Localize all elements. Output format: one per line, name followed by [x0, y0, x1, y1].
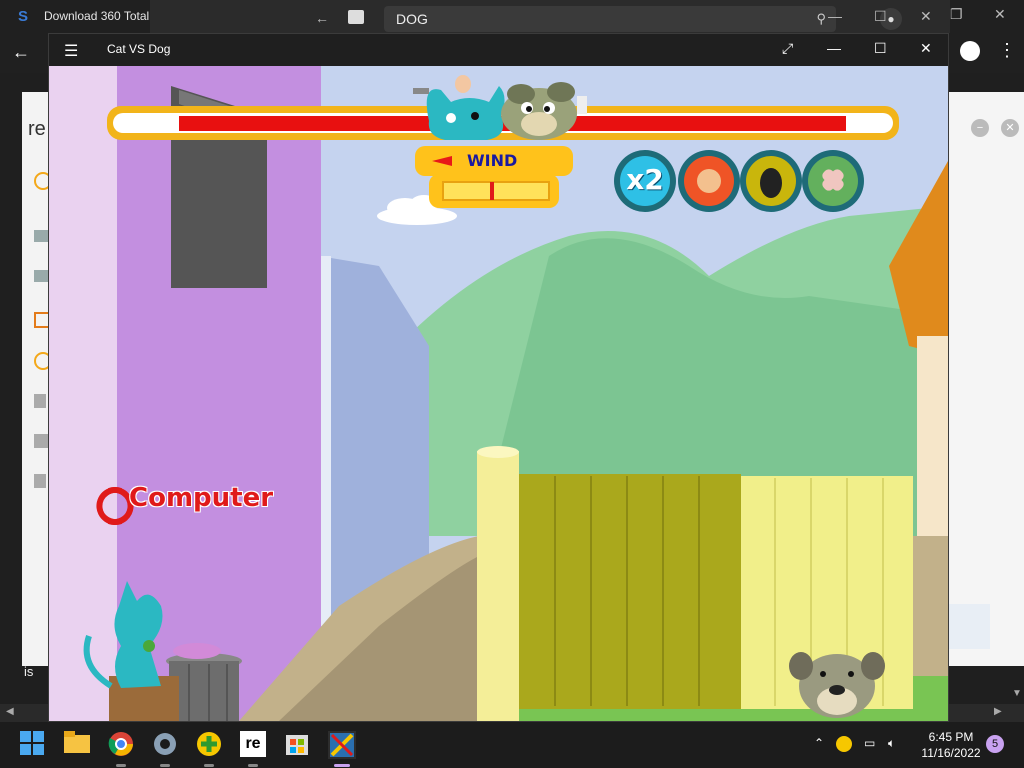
- powerup-heal[interactable]: [802, 150, 864, 212]
- app-logo-icon: S: [18, 8, 29, 25]
- notification-badge[interactable]: 5: [986, 735, 1004, 753]
- address-text: DOG: [396, 11, 428, 27]
- wind-label: WIND: [467, 151, 518, 170]
- hamburger-menu-icon[interactable]: ☰: [64, 41, 78, 61]
- double-damage-label: x2: [626, 163, 664, 196]
- close-icon[interactable]: ✕: [920, 40, 932, 57]
- chrome-icon[interactable]: [108, 731, 136, 759]
- settings-icon[interactable]: [152, 731, 180, 759]
- volume-icon[interactable]: 🔈︎: [888, 736, 895, 751]
- taskbar: re ⌃ ▭ 🔈︎ 6:45 PM 11/16/2022 5: [0, 722, 1024, 768]
- powerup-power-punch[interactable]: [678, 150, 740, 212]
- page-text-fragment: re: [28, 118, 46, 140]
- game-titlebar: ☰ Cat VS Dog ⤢ — ☐ ✕: [49, 34, 948, 66]
- restore-icon[interactable]: ❐: [950, 6, 963, 23]
- chart-icon: [34, 230, 48, 242]
- back-arrow-icon[interactable]: ←: [12, 42, 30, 63]
- running-indicator: [116, 764, 126, 767]
- fullscreen-icon[interactable]: ⤢: [782, 40, 793, 57]
- game-window-title: Cat VS Dog: [107, 42, 171, 56]
- profile-icon[interactable]: [960, 41, 980, 61]
- fist-icon: [697, 169, 721, 193]
- back-arrow-icon[interactable]: ←: [315, 10, 329, 26]
- search-icon[interactable]: ⚲: [816, 11, 826, 27]
- close-icon[interactable]: ✕: [1001, 119, 1019, 137]
- clock-time: 6:45 PM: [928, 730, 974, 744]
- message-icon: [34, 270, 48, 282]
- start-button[interactable]: [20, 731, 48, 759]
- cat-vs-dog-app-icon[interactable]: [328, 731, 356, 759]
- address-bar[interactable]: DOG ⚲: [384, 6, 836, 32]
- running-indicator: [204, 764, 214, 767]
- store-icon: [348, 10, 364, 24]
- scroll-down-icon[interactable]: ▼: [1012, 688, 1022, 699]
- running-indicator: [160, 764, 170, 767]
- running-indicator: [248, 764, 258, 767]
- chevron-up-icon[interactable]: ⌃: [814, 736, 824, 750]
- 360-total-security-icon[interactable]: [196, 731, 224, 759]
- scroll-left-icon[interactable]: ◀: [6, 706, 14, 717]
- browser-toolbar: ← DOG ⚲ ● — ☐ ✕: [150, 0, 950, 33]
- network-icon[interactable]: ▭: [864, 736, 875, 750]
- turn-label: Computer: [129, 483, 274, 513]
- maximize-icon[interactable]: ☐: [874, 8, 887, 25]
- browser-title: Download 360 Total: [44, 9, 150, 23]
- minimize-icon[interactable]: —: [827, 40, 841, 56]
- powerup-gas-mask[interactable]: [740, 150, 802, 212]
- more-options-icon[interactable]: ⋮: [998, 40, 1016, 61]
- close-icon[interactable]: ✕: [994, 6, 1006, 23]
- page-right-panel: [947, 92, 1024, 666]
- microsoft-store-icon[interactable]: [284, 731, 312, 759]
- minimize-icon[interactable]: —: [828, 8, 842, 24]
- trash-icon: [34, 394, 46, 408]
- 360-tray-icon[interactable]: [836, 736, 852, 752]
- game-canvas[interactable]: x2 WIND Computer: [49, 66, 948, 721]
- file-explorer-icon[interactable]: [64, 731, 92, 759]
- gas-mask-icon: [760, 168, 782, 198]
- minus-icon[interactable]: −: [971, 119, 989, 137]
- re-app-icon[interactable]: re: [240, 731, 268, 759]
- grid-icon: [34, 434, 48, 448]
- system-clock[interactable]: 6:45 PM 11/16/2022: [920, 729, 982, 761]
- active-indicator: [334, 764, 350, 767]
- lock-icon: [34, 474, 46, 488]
- game-window: ☰ Cat VS Dog ⤢ — ☐ ✕ x2 WIND Computer: [48, 33, 949, 722]
- maximize-icon[interactable]: ☐: [874, 40, 887, 57]
- scroll-right-icon[interactable]: ▶: [994, 706, 1002, 717]
- page-sidebar: re: [22, 92, 52, 666]
- page-card: [948, 604, 990, 649]
- close-icon[interactable]: ✕: [920, 8, 932, 25]
- page-text-fragment: is: [24, 664, 34, 679]
- clock-date: 11/16/2022: [921, 746, 981, 760]
